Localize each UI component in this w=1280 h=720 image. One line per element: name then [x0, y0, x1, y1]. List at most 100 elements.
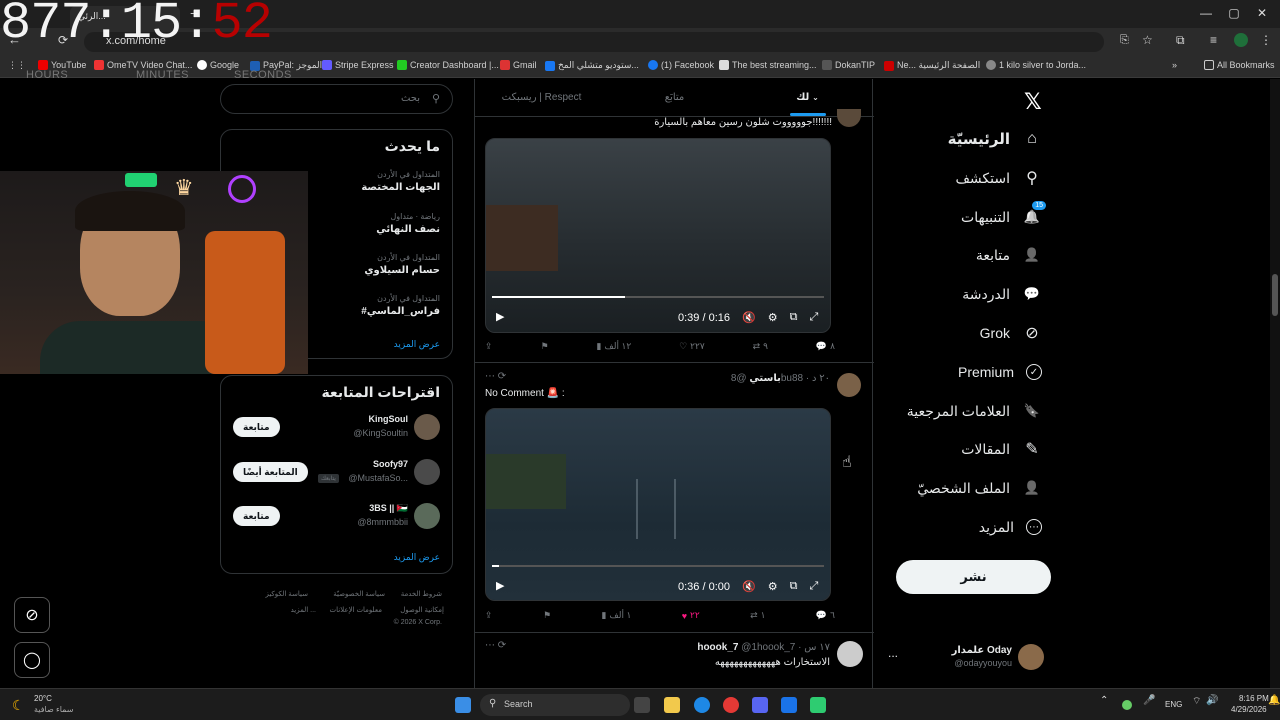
pip-icon[interactable]: ⧉: [790, 311, 798, 324]
page-scrollbar[interactable]: [1270, 79, 1280, 688]
post-author[interactable]: باستي @8bu88 · ٢٠ د: [731, 373, 830, 384]
install-icon[interactable]: ⎘: [1120, 34, 1129, 47]
nav-chat[interactable]: 💬 الدردشة: [962, 279, 1042, 309]
footer-link-ads[interactable]: معلومات الإعلانات: [330, 606, 382, 614]
app-icon[interactable]: [810, 697, 826, 713]
show-more-link[interactable]: عرض المزيد: [394, 339, 440, 350]
bookmark-streaming[interactable]: The best streaming...: [719, 60, 817, 70]
clock-date[interactable]: 4/29/2026: [1231, 705, 1267, 714]
settings-icon[interactable]: ⚙: [768, 580, 778, 593]
video-progress[interactable]: [492, 565, 824, 567]
share-button[interactable]: ⇪: [485, 341, 493, 352]
nav-bookmarks[interactable]: 🔖 العلامات المرجعية: [907, 396, 1042, 426]
reply-button[interactable]: 💬 ٦: [816, 610, 835, 621]
volume-icon[interactable]: 🔊: [1206, 695, 1218, 706]
following-button[interactable]: المتابعة أيضًا: [233, 462, 308, 482]
tray-chevron-icon[interactable]: ⌃: [1100, 695, 1108, 706]
suggest-name[interactable]: Soofy97: [373, 459, 408, 469]
mute-icon[interactable]: 🔇: [742, 580, 756, 593]
video-progress[interactable]: [492, 296, 824, 298]
pip-icon[interactable]: ⧉: [790, 580, 798, 593]
nav-premium[interactable]: ✓ Premium: [958, 357, 1042, 387]
nav-more[interactable]: ⋯ المزيد: [979, 512, 1042, 542]
repost-button[interactable]: ⇄ ٩: [753, 341, 768, 352]
play-icon[interactable]: ▶: [496, 310, 504, 323]
tab-respect[interactable]: ريسبكت | Respect: [475, 79, 608, 116]
like-button[interactable]: ♡ ٢٢٧: [679, 341, 705, 352]
bookmark-google[interactable]: Google: [197, 60, 239, 70]
profile-avatar[interactable]: [1234, 33, 1248, 47]
windows-start-icon[interactable]: [455, 697, 471, 713]
show-more-link[interactable]: عرض المزيد: [394, 552, 440, 563]
fullscreen-icon[interactable]: ⤢: [809, 580, 818, 593]
reply-button[interactable]: 💬 ٨: [816, 341, 835, 352]
maximize-button[interactable]: ▢: [1224, 6, 1244, 20]
notification-bell-icon[interactable]: 🔔: [1268, 695, 1280, 706]
bookmark-stripe[interactable]: Stripe Express: [322, 60, 394, 70]
bookmark-creator[interactable]: Creator Dashboard |...: [397, 60, 499, 70]
chevron-more-icon[interactable]: »: [1172, 60, 1177, 70]
nav-follow[interactable]: 👤 متابعة: [976, 240, 1042, 270]
bookmark-silver[interactable]: 1 kilo silver to Jorda...: [986, 60, 1086, 70]
discord-icon[interactable]: [752, 697, 768, 713]
footer-link-accessibility[interactable]: إمكانية الوصول: [400, 606, 444, 614]
views-button[interactable]: ▮ ١٢ ألف: [596, 341, 631, 352]
more-options-icon[interactable]: ⋯ ⟳: [485, 371, 506, 382]
star-icon[interactable]: ☆: [1142, 33, 1153, 47]
footer-link-more[interactable]: المزيد ...: [291, 606, 316, 614]
bookmark-facebook[interactable]: (1) Facebook: [648, 60, 714, 70]
fullscreen-icon[interactable]: ⤢: [809, 311, 818, 324]
clock-time[interactable]: 8:16 PM: [1239, 694, 1269, 703]
views-button[interactable]: ▮ ١ ألف: [601, 610, 631, 621]
file-explorer-icon[interactable]: [664, 697, 680, 713]
repost-button[interactable]: ⇄ ١: [750, 610, 765, 621]
extensions-icon[interactable]: ⧉: [1176, 33, 1185, 48]
bookmark-news[interactable]: Ne... الصفحة الرئيسية: [884, 60, 980, 71]
chat-fab-icon[interactable]: ◯: [14, 642, 50, 678]
like-button[interactable]: ♥ ٢٢: [682, 610, 700, 621]
suggest-name[interactable]: 3BS || 🇯🇴: [369, 503, 408, 514]
mic-icon[interactable]: 🎤: [1143, 695, 1155, 706]
bookmark-button[interactable]: ⚑: [540, 341, 548, 352]
footer-link-cookies[interactable]: سياسة الكوكيز: [265, 590, 308, 598]
wifi-icon[interactable]: ⌔: [1192, 695, 1201, 708]
nav-home[interactable]: ⌂ الرئيسيّة: [948, 124, 1042, 154]
scroll-thumb[interactable]: [1272, 274, 1278, 316]
nav-notifications[interactable]: 🔔 15 التنبيهات: [961, 201, 1046, 232]
taskbar-search[interactable]: ⚲ Search: [480, 694, 630, 716]
account-switcher[interactable]: علمدار Oday @odayyouyou ...: [886, 634, 1056, 680]
search-input[interactable]: بحث ⚲: [220, 84, 453, 114]
more-options-icon[interactable]: ⋯ ⟳: [485, 640, 506, 651]
settings-icon[interactable]: ⚙: [768, 311, 778, 324]
nav-grok[interactable]: ⊘ Grok: [980, 318, 1042, 348]
video-player[interactable]: ▶ 0:36 / 0:00 🔇 ⚙ ⧉ ⤢: [485, 408, 831, 601]
bookmark-button[interactable]: ⚑: [543, 610, 551, 621]
footer-link-terms[interactable]: شروط الخدمة: [401, 590, 442, 598]
post-author[interactable]: hoook_7 @1hoook_7 · ١٧ س: [697, 642, 830, 653]
minimize-button[interactable]: —: [1196, 6, 1216, 20]
kebab-icon[interactable]: ⋮: [1260, 33, 1272, 47]
language-indicator[interactable]: ENG: [1165, 700, 1182, 709]
mute-icon[interactable]: 🔇: [742, 311, 756, 324]
video-player[interactable]: ▶ 0:39 / 0:16 🔇 ⚙ ⧉ ⤢: [485, 138, 831, 333]
follow-button[interactable]: متابعة: [233, 506, 280, 526]
footer-link-privacy[interactable]: سياسة الخصوصيّة: [333, 590, 385, 598]
tab-following[interactable]: متابَع: [608, 79, 741, 116]
suggest-name[interactable]: KingSoul: [369, 414, 409, 424]
apps-icon[interactable]: ⋮⋮: [8, 60, 26, 71]
task-view-icon[interactable]: [634, 697, 650, 713]
chrome-icon[interactable]: [723, 697, 739, 713]
follow-button[interactable]: متابعة: [233, 417, 280, 437]
bookmark-gmail[interactable]: Gmail: [500, 60, 537, 70]
nav-articles[interactable]: ✎ المقالات: [961, 434, 1042, 464]
menu-list-icon[interactable]: ≡: [1210, 33, 1217, 47]
bookmark-studio[interactable]: ستوديو متشلي المخ...: [545, 60, 639, 71]
all-bookmarks[interactable]: All Bookmarks: [1204, 60, 1275, 70]
play-icon[interactable]: ▶: [496, 579, 504, 592]
x-logo[interactable]: 𝕏: [1024, 89, 1042, 115]
post-button[interactable]: نشر: [896, 560, 1051, 594]
nav-explore[interactable]: ⚲ استكشف: [955, 163, 1042, 193]
close-button[interactable]: ✕: [1252, 6, 1272, 20]
grok-fab-icon[interactable]: ⊘: [14, 597, 50, 633]
tray-app-icon[interactable]: [1122, 700, 1132, 710]
